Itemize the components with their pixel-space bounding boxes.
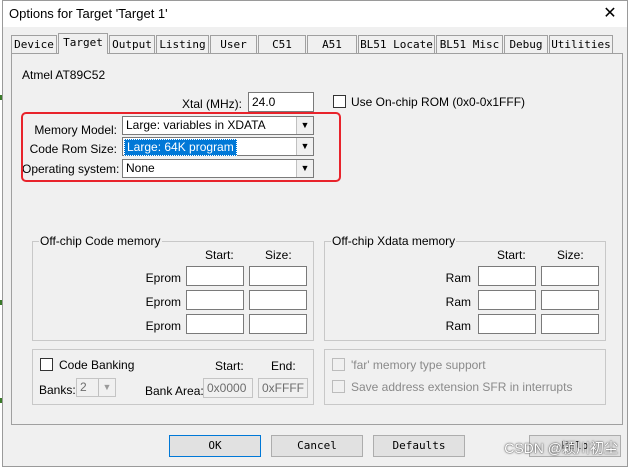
code-row-label: Eprom (145, 271, 181, 285)
bank-end-input[interactable]: 0xFFFF (258, 378, 308, 398)
xtal-label: Xtal (MHz): (182, 97, 242, 111)
offchip-code-group: Off-chip Code memory Start: Size: Eprom … (32, 234, 314, 341)
tab-output[interactable]: Output (109, 35, 155, 53)
tab-strip: Device Target Output Listing User C51 A5… (11, 33, 621, 54)
xdata-row-label: Ram (445, 319, 471, 333)
offchip-xdata-group: Off-chip Xdata memory Start: Size: Ram R… (324, 234, 606, 341)
bank-area-label: Bank Area: (145, 384, 204, 398)
cancel-button[interactable]: Cancel (271, 435, 363, 457)
code-start-input[interactable] (186, 314, 244, 334)
memory-options-group: 'far' memory type support Save address e… (324, 349, 606, 405)
banks-value: 2 (80, 380, 87, 394)
save-sfr-label: Save address extension SFR in interrupts (351, 380, 573, 394)
device-name: Atmel AT89C52 (22, 68, 106, 82)
far-memory-label: 'far' memory type support (351, 358, 486, 372)
xdata-start-input[interactable] (478, 290, 536, 310)
onchip-rom-checkbox[interactable] (333, 95, 346, 108)
xdata-row-label: Ram (445, 295, 471, 309)
tab-target[interactable]: Target (58, 33, 108, 54)
tab-c51[interactable]: C51 (258, 35, 306, 53)
offchip-code-title: Off-chip Code memory (39, 234, 162, 248)
save-sfr-checkbox[interactable] (332, 380, 345, 393)
tab-debug[interactable]: Debug (504, 35, 548, 53)
target-panel: Atmel AT89C52 Xtal (MHz): 24.0 Use On-ch… (11, 53, 623, 425)
xdata-start-input[interactable] (478, 314, 536, 334)
code-size-input[interactable] (249, 266, 307, 286)
xtal-input[interactable]: 24.0 (248, 92, 314, 112)
xdata-start-header: Start: (497, 248, 526, 262)
defaults-button[interactable]: Defaults (373, 435, 465, 457)
code-size-header: Size: (265, 248, 292, 262)
bank-start-input[interactable]: 0x0000 (203, 378, 253, 398)
banks-select[interactable]: 2 ▼ (76, 378, 116, 397)
xdata-size-header: Size: (557, 248, 584, 262)
window-title: Options for Target 'Target 1' (9, 6, 168, 21)
tab-bl51-misc[interactable]: BL51 Misc (436, 35, 503, 53)
tab-listing[interactable]: Listing (156, 35, 209, 53)
xdata-row-label: Ram (445, 271, 471, 285)
tab-bl51-locate[interactable]: BL51 Locate (358, 35, 435, 53)
xdata-start-input[interactable] (478, 266, 536, 286)
code-size-input[interactable] (249, 314, 307, 334)
tab-a51[interactable]: A51 (307, 35, 357, 53)
onchip-rom-label: Use On-chip ROM (0x0-0x1FFF) (351, 95, 526, 109)
xdata-size-input[interactable] (541, 290, 599, 310)
code-start-input[interactable] (186, 266, 244, 286)
tab-user[interactable]: User (210, 35, 257, 53)
code-start-header: Start: (205, 248, 234, 262)
close-icon[interactable]: ✕ (599, 3, 621, 25)
bank-end-header: End: (271, 359, 296, 373)
options-dialog: Options for Target 'Target 1' ✕ Device T… (2, 0, 628, 467)
watermark: CSDN @颖川初尘 (504, 440, 618, 456)
code-row-label: Eprom (145, 319, 181, 333)
highlight-annotation (21, 112, 341, 182)
tab-utilities[interactable]: Utilities (549, 35, 613, 53)
code-banking-group: Code Banking Start: End: Banks: 2 ▼ Bank… (32, 349, 314, 405)
title-bar: Options for Target 'Target 1' ✕ (3, 1, 627, 27)
code-banking-label: Code Banking (59, 358, 135, 372)
tab-device[interactable]: Device (11, 35, 57, 53)
code-row-label: Eprom (145, 295, 181, 309)
code-banking-checkbox[interactable] (40, 358, 53, 371)
offchip-xdata-title: Off-chip Xdata memory (331, 234, 457, 248)
chevron-down-icon[interactable]: ▼ (98, 379, 115, 396)
ok-button[interactable]: OK (169, 435, 261, 457)
far-memory-checkbox[interactable] (332, 358, 345, 371)
xdata-size-input[interactable] (541, 266, 599, 286)
code-size-input[interactable] (249, 290, 307, 310)
banks-label: Banks: (39, 383, 76, 397)
bank-start-header: Start: (215, 359, 244, 373)
xdata-size-input[interactable] (541, 314, 599, 334)
code-start-input[interactable] (186, 290, 244, 310)
